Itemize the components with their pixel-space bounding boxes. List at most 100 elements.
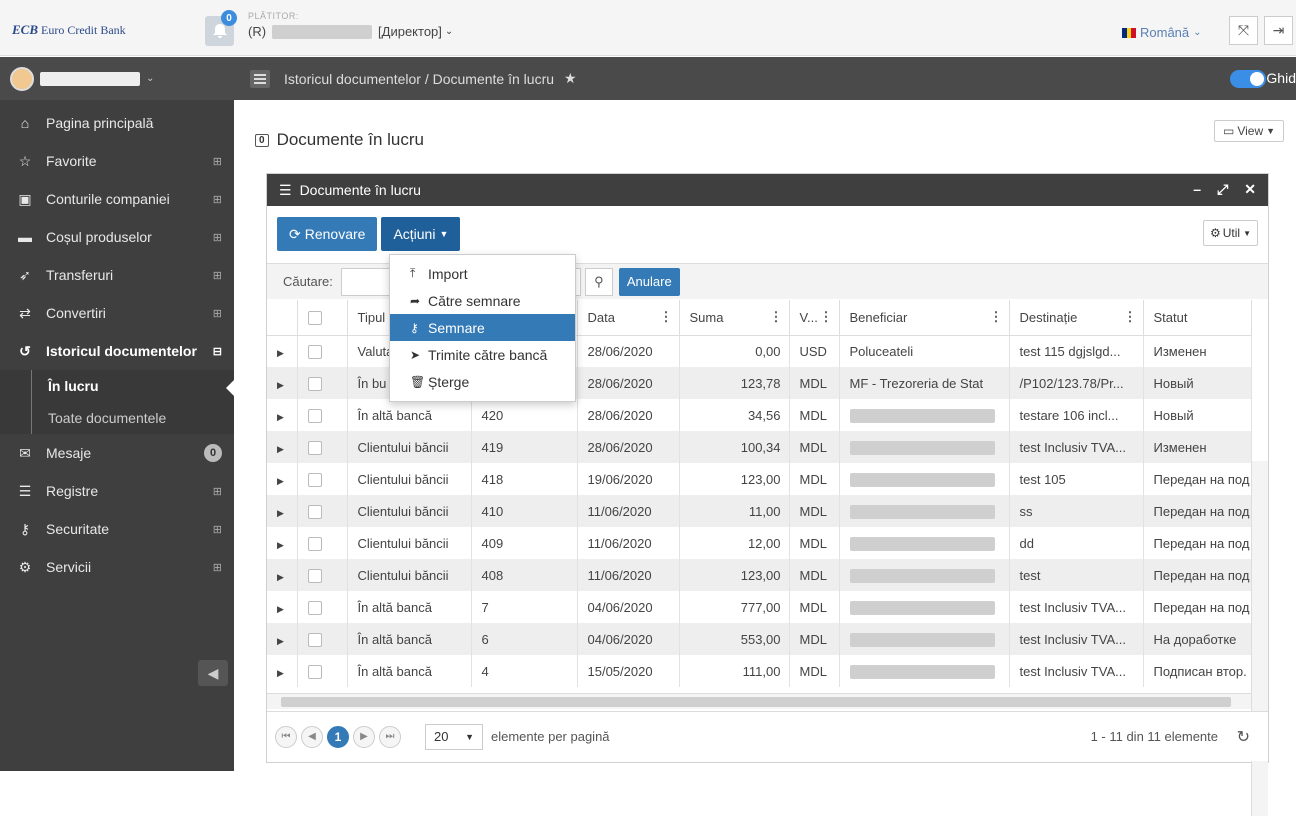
expand-row-icon[interactable]: ▶ — [277, 668, 284, 678]
sidebar-item-products[interactable]: ▬ Coșul produselor ⊞ — [0, 218, 234, 256]
column-header-destination[interactable]: Destinație ⋮ — [1009, 300, 1144, 336]
first-page-button[interactable]: ⏮ — [275, 725, 297, 748]
row-checkbox[interactable] — [307, 345, 322, 360]
row-checkbox[interactable] — [307, 600, 322, 615]
expand-row-icon[interactable]: ▶ — [277, 476, 284, 486]
cell-expand[interactable]: ▶ — [267, 431, 298, 463]
table-row[interactable]: ▶ Clientului băncii 418 19/06/2020 123,00 MDL… — [267, 463, 1252, 495]
column-menu-icon[interactable]: ⋮ — [820, 309, 833, 325]
cell-expand[interactable]: ▶ — [267, 399, 298, 431]
sidebar-subitem-in-progress[interactable]: În lucru — [0, 370, 234, 402]
cell-select[interactable] — [297, 623, 348, 655]
expand-row-icon[interactable]: ▶ — [277, 444, 284, 454]
cell-select[interactable] — [297, 559, 348, 591]
row-checkbox[interactable] — [307, 376, 322, 391]
fullscreen-button[interactable]: ⤧ — [1229, 16, 1258, 45]
table-row[interactable]: ▶ Clientului băncii 410 11/06/2020 11,00 MDL s… — [267, 495, 1252, 527]
favorite-star-icon[interactable]: ★ — [564, 70, 577, 87]
close-icon[interactable]: ✕ — [1244, 181, 1256, 198]
row-checkbox[interactable] — [307, 504, 322, 519]
column-header-date[interactable]: Data ⋮ — [577, 300, 680, 336]
column-menu-icon[interactable]: ⋮ — [1124, 309, 1137, 325]
expand-row-icon[interactable]: ▶ — [277, 636, 284, 646]
menu-item-sign[interactable]: ⚷ Semnare — [390, 314, 575, 341]
sidebar-item-security[interactable]: ⚷ Securitate ⊞ — [0, 510, 234, 548]
expand-row-icon[interactable]: ▶ — [277, 508, 284, 518]
column-menu-icon[interactable]: ⋮ — [990, 309, 1003, 325]
sidebar-item-transfers[interactable]: ➶ Transferuri ⊞ — [0, 256, 234, 294]
horizontal-scrollbar[interactable] — [267, 693, 1251, 709]
cell-expand[interactable]: ▶ — [267, 495, 298, 527]
table-row[interactable]: ▶ În altă bancă 6 04/06/2020 553,00 MDL test I… — [267, 623, 1252, 655]
row-checkbox[interactable] — [307, 536, 322, 551]
sidebar-item-home[interactable]: ⌂ Pagina principală — [0, 104, 234, 142]
column-header-status[interactable]: Statut — [1143, 300, 1252, 336]
payer-selector[interactable]: PLĂTITOR: (R) [Директор] ⌄ — [248, 11, 453, 39]
expand-row-icon[interactable]: ▶ — [277, 572, 284, 582]
refresh-button[interactable]: ⟳ Renovare — [277, 217, 378, 251]
cell-select[interactable] — [297, 527, 348, 559]
menu-item-delete[interactable]: 🗑 Șterge — [390, 368, 575, 395]
table-row[interactable]: ▶ În altă bancă 7 04/06/2020 777,00 MDL test I… — [267, 591, 1252, 623]
table-row[interactable]: ▶ Clientului băncii 419 28/06/2020 100,34 MDL… — [267, 431, 1252, 463]
cell-expand[interactable]: ▶ — [267, 559, 298, 591]
menu-toggle-button[interactable] — [250, 69, 270, 88]
cell-select[interactable] — [297, 335, 348, 367]
select-all-checkbox[interactable] — [307, 311, 322, 326]
current-page-button[interactable]: 1 — [327, 725, 349, 748]
row-checkbox[interactable] — [307, 408, 322, 423]
scrollbar-thumb[interactable] — [281, 697, 1231, 707]
vertical-scrollbar[interactable] — [1251, 461, 1268, 816]
table-row[interactable]: ▶ În altă bancă 420 28/06/2020 34,56 MDL testa… — [267, 399, 1252, 431]
next-page-button[interactable]: ▶ — [353, 725, 375, 748]
cell-expand[interactable]: ▶ — [267, 623, 298, 655]
cell-select[interactable] — [297, 431, 348, 463]
menu-item-import[interactable]: ⤒ Import — [390, 260, 575, 287]
cell-select[interactable] — [297, 655, 348, 687]
menu-item-to-signing[interactable]: ➦ Către semnare — [390, 287, 575, 314]
sidebar-item-services[interactable]: ⚙ Servicii ⊞ — [0, 548, 234, 586]
column-header-beneficiary[interactable]: Beneficiar ⋮ — [839, 300, 1010, 336]
expand-row-icon[interactable]: ▶ — [277, 348, 284, 358]
last-page-button[interactable]: ⏭ — [379, 725, 401, 748]
page-size-select[interactable]: 20 ▼ — [425, 723, 483, 750]
minimize-icon[interactable]: – — [1193, 181, 1201, 198]
expand-row-icon[interactable]: ▶ — [277, 604, 284, 614]
sidebar-subitem-all-documents[interactable]: Toate documentele — [0, 402, 234, 434]
notifications-button[interactable]: 0 — [205, 10, 237, 46]
table-row[interactable]: ▶ Clientului băncii 409 11/06/2020 12,00 MDL d… — [267, 527, 1252, 559]
expand-row-icon[interactable]: ▶ — [277, 412, 284, 422]
collapse-sidebar-button[interactable]: ◀ — [198, 660, 228, 686]
table-row[interactable]: ▶ În altă bancă 4 15/05/2020 111,00 MDL test I… — [267, 655, 1252, 687]
row-checkbox[interactable] — [307, 440, 322, 455]
table-row[interactable]: ▶ Clientului băncii 408 11/06/2020 123,00 MDL… — [267, 559, 1252, 591]
column-header-sum[interactable]: Suma ⋮ — [679, 300, 790, 336]
row-checkbox[interactable] — [307, 568, 322, 583]
row-checkbox[interactable] — [307, 664, 322, 679]
cell-expand[interactable]: ▶ — [267, 367, 298, 399]
actions-button[interactable]: Acțiuni ▼ — [381, 217, 461, 251]
view-button[interactable]: ▭ View ▼ — [1214, 120, 1284, 142]
cell-expand[interactable]: ▶ — [267, 591, 298, 623]
cell-expand[interactable]: ▶ — [267, 463, 298, 495]
row-checkbox[interactable] — [307, 632, 322, 647]
sidebar-item-favorites[interactable]: ☆ Favorite ⊞ — [0, 142, 234, 180]
cell-select[interactable] — [297, 399, 348, 431]
cell-select[interactable] — [297, 463, 348, 495]
user-menu[interactable]: ⌄ — [0, 57, 234, 100]
sidebar-item-document-history[interactable]: ↺ Istoricul documentelor ⊟ — [0, 332, 234, 370]
cell-select[interactable] — [297, 367, 348, 399]
search-button[interactable]: ⚲ — [584, 267, 613, 296]
cell-expand[interactable]: ▶ — [267, 335, 298, 367]
column-menu-icon[interactable]: ⋮ — [660, 309, 673, 325]
column-header-select[interactable] — [297, 300, 348, 336]
cell-expand[interactable]: ▶ — [267, 527, 298, 559]
column-header-currency[interactable]: V... ⋮ — [789, 300, 840, 336]
language-selector[interactable]: Română ⌄ — [1122, 25, 1202, 40]
cell-select[interactable] — [297, 591, 348, 623]
sidebar-item-accounts[interactable]: ▣ Conturile companiei ⊞ — [0, 180, 234, 218]
sidebar-item-conversions[interactable]: ⇄ Convertiri ⊞ — [0, 294, 234, 332]
refresh-icon[interactable]: ↻ — [1237, 727, 1250, 747]
cancel-search-button[interactable]: Anulare — [618, 267, 680, 296]
logout-button[interactable]: ⇥ — [1264, 16, 1293, 45]
